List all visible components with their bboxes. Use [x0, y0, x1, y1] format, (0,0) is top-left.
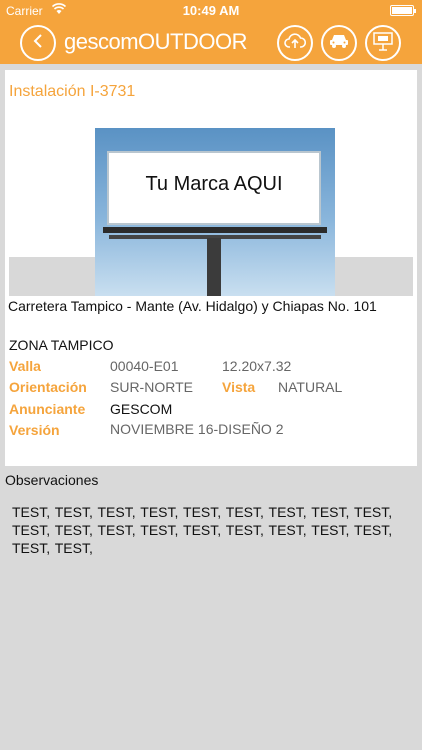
billboard-panel: Tu Marca AQUI — [107, 151, 321, 225]
app-logo: gescomOUTDOOR — [64, 29, 247, 54]
car-button[interactable] — [321, 25, 357, 61]
car-icon — [328, 33, 350, 54]
billboard-photo[interactable]: Tu Marca AQUI — [95, 128, 335, 296]
version-label: Versión — [9, 422, 60, 438]
status-bar: Carrier 10:49 AM — [0, 0, 422, 20]
orientacion-value: SUR-NORTE — [110, 379, 193, 395]
observations-text: TEST, TEST, TEST, TEST, TEST, TEST, TEST… — [12, 504, 393, 556]
valla-value: 00040-E01 — [110, 358, 179, 374]
billboard-photo-area: Tu Marca AQUI — [9, 128, 413, 296]
cloud-upload-icon — [284, 32, 307, 55]
battery-icon — [390, 5, 416, 16]
billboard-icon — [372, 31, 394, 56]
billboard-button[interactable] — [365, 25, 401, 61]
back-icon — [31, 33, 45, 54]
installation-card: Instalación I-3731 Tu Marca AQUI Carrete… — [5, 70, 417, 466]
orientacion-label: Orientación — [9, 379, 87, 395]
clock: 10:49 AM — [182, 3, 240, 18]
address-text: Carretera Tampico - Mante (Av. Hidalgo) … — [8, 298, 377, 314]
vista-value: NATURAL — [278, 379, 343, 395]
header-bar: Carrier 10:49 AM gescomOUTDOOR — [0, 0, 422, 64]
vista-label: Vista — [222, 379, 256, 395]
back-button[interactable] — [20, 25, 56, 61]
installation-title: Instalación I-3731 — [9, 83, 136, 100]
size-value: 12.20x7.32 — [222, 358, 292, 374]
valla-label: Valla — [9, 358, 41, 374]
anunciante-value: GESCOM — [110, 401, 173, 417]
billboard-catwalk — [103, 227, 327, 233]
observations-title: Observaciones — [5, 472, 99, 488]
version-value: NOVIEMBRE 16-DISEÑO 2 — [110, 421, 284, 437]
billboard-pole — [207, 238, 221, 296]
upload-button[interactable] — [277, 25, 313, 61]
billboard-text: Tu Marca AQUI — [145, 173, 283, 195]
zone-text: ZONA TAMPICO — [9, 337, 114, 353]
anunciante-label: Anunciante — [9, 401, 86, 417]
